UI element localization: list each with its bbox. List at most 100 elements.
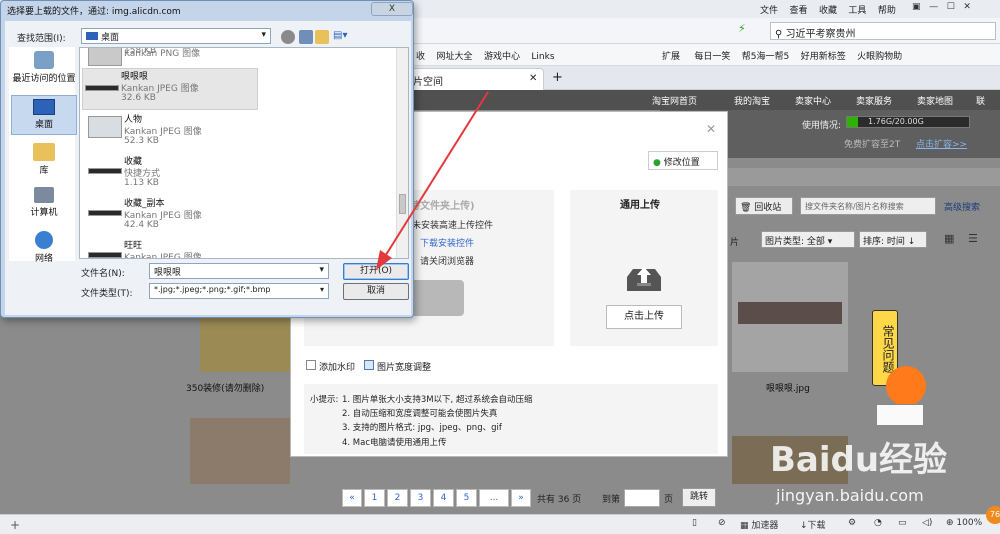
- file-size: 158 KB: [124, 47, 157, 56]
- view-menu-icon[interactable]: ▤▾: [333, 30, 353, 44]
- file-item[interactable]: 旺旺 Kankan JPEG 图像: [86, 238, 306, 258]
- width-adjust-checkbox[interactable]: [364, 360, 374, 370]
- width-adjust-label: 图片宽度调整: [377, 363, 432, 373]
- file-item[interactable]: 收藏 快捷方式 1.13 KB: [86, 154, 306, 194]
- menu-tools[interactable]: 工具: [848, 6, 866, 16]
- upgrade-link[interactable]: 点击扩容>>: [916, 137, 967, 150]
- nav-more[interactable]: 联: [976, 94, 985, 107]
- sidebar-add-icon[interactable]: +: [10, 518, 20, 532]
- filename-input[interactable]: 哏哏哏 ▾: [149, 263, 329, 279]
- bookmark-0[interactable]: 收: [416, 52, 425, 62]
- pager-5[interactable]: 5: [456, 489, 477, 507]
- toolbox-icon[interactable]: ⚙: [848, 518, 856, 528]
- bookmark-7[interactable]: 好用新标签: [801, 52, 846, 62]
- up-folder-icon[interactable]: [299, 30, 313, 44]
- pager-prev[interactable]: «: [342, 489, 362, 507]
- lookin-select[interactable]: 桌面 ▾: [81, 28, 271, 44]
- grid-view-icon[interactable]: ▦: [944, 232, 954, 245]
- file-item[interactable]: 人物 Kankan JPEG 图像 52.3 KB: [86, 112, 306, 152]
- tab-close-icon[interactable]: ✕: [529, 73, 537, 84]
- bookmark-4[interactable]: 扩展: [662, 52, 680, 62]
- bookmark-8[interactable]: 火眼购物助: [857, 52, 902, 62]
- menu-help[interactable]: 帮助: [878, 6, 896, 16]
- place-network[interactable]: 网络: [11, 231, 77, 264]
- notification-badge[interactable]: 76: [986, 506, 1000, 524]
- sort-label: 排序:: [863, 237, 885, 247]
- baidu-watermark: Baidu经验: [770, 440, 948, 480]
- place-desktop[interactable]: 桌面: [11, 95, 77, 135]
- pager-4[interactable]: 4: [433, 489, 454, 507]
- pager-next[interactable]: »: [511, 489, 531, 507]
- speaker-icon[interactable]: ◔: [874, 518, 882, 528]
- pager-jump-button[interactable]: 跳转: [682, 488, 716, 507]
- bookmark-6[interactable]: 帮5海一帮5: [742, 52, 789, 62]
- advanced-search-link[interactable]: 高级搜索: [944, 200, 980, 213]
- new-tab-icon[interactable]: +: [552, 70, 563, 85]
- phone-icon[interactable]: ▯: [692, 518, 697, 528]
- file-item-selected[interactable]: 哏哏哏 Kankan JPEG 图像 32.6 KB: [82, 68, 258, 110]
- place-network-label: 网络: [34, 254, 53, 264]
- menu-favorites[interactable]: 收藏: [819, 6, 837, 16]
- file-thumbnail: [88, 168, 122, 174]
- place-recent[interactable]: 最近访问的位置: [11, 51, 77, 84]
- pager-total: 共有 36 页: [537, 495, 582, 505]
- maximize-icon[interactable]: ☐: [947, 2, 955, 12]
- search-box[interactable]: ⚲ 习近平考察贵州: [770, 22, 996, 40]
- nav-seller-map[interactable]: 卖家地图: [917, 94, 953, 107]
- restore-icon[interactable]: ▣: [912, 2, 921, 12]
- nav-home[interactable]: 淘宝网首页: [652, 94, 697, 107]
- sort-select[interactable]: 排序: 时间 ↓: [859, 231, 927, 248]
- bookmarks-right: 扩展 每日一笑 帮5海一帮5 好用新标签 火眼购物助: [662, 49, 902, 62]
- volume-icon[interactable]: ◁): [922, 518, 932, 528]
- filetype-label: 文件类型(T):: [81, 289, 133, 299]
- zoom-status[interactable]: ⊕ 100%: [946, 518, 982, 528]
- minimize-icon[interactable]: —: [929, 2, 938, 12]
- bookmark-5[interactable]: 每日一笑: [694, 52, 730, 62]
- modal-close-icon[interactable]: ✕: [706, 122, 716, 136]
- accelerator-icon: ▦: [740, 521, 752, 531]
- back-icon[interactable]: [281, 30, 295, 44]
- pager-goto-input[interactable]: [624, 489, 660, 507]
- place-library[interactable]: 库: [11, 143, 77, 176]
- bookmark-3[interactable]: Links: [531, 52, 554, 62]
- search-icon: ⚲: [775, 29, 786, 40]
- zoom-icon: ⊕: [946, 518, 957, 528]
- change-location-button[interactable]: ● 修改位置: [648, 151, 718, 170]
- recycle-button[interactable]: 🗑 回收站: [735, 197, 793, 215]
- dialog-close-button[interactable]: X: [371, 2, 413, 16]
- pager-3[interactable]: 3: [410, 489, 431, 507]
- block-icon[interactable]: ⊘: [718, 518, 726, 528]
- watermark-checkbox[interactable]: [306, 360, 316, 370]
- file-size: 42.4 KB: [124, 220, 159, 230]
- nav-mytaobao[interactable]: 我的淘宝: [734, 94, 770, 107]
- bookmark-1[interactable]: 网址大全: [436, 52, 472, 62]
- new-folder-icon[interactable]: [315, 30, 329, 44]
- image-search-input[interactable]: 搜文件夹名称/图片名称搜索: [800, 197, 936, 215]
- pager-2[interactable]: 2: [387, 489, 408, 507]
- baidu-watermark-url: jingyan.baidu.com: [776, 486, 924, 505]
- window-icon[interactable]: ▭: [898, 518, 907, 528]
- bookmark-2[interactable]: 游戏中心: [484, 52, 520, 62]
- nav-seller-service[interactable]: 卖家服务: [856, 94, 892, 107]
- place-computer[interactable]: 计算机: [11, 187, 77, 218]
- menu-file[interactable]: 文件: [760, 6, 778, 16]
- nav-seller-center[interactable]: 卖家中心: [795, 94, 831, 107]
- mascot-icon[interactable]: [886, 366, 926, 406]
- cancel-button[interactable]: 取消: [343, 283, 409, 300]
- type-select[interactable]: 图片类型: 全部 ▾: [761, 231, 855, 248]
- filetype-select[interactable]: *.jpg;*.jpeg;*.png;*.gif;*.bmp ▾: [149, 283, 329, 299]
- thumb-right[interactable]: [732, 262, 848, 372]
- click-upload-button[interactable]: 点击上传: [606, 305, 682, 329]
- download-status[interactable]: ↓下载: [800, 518, 826, 531]
- filetype-value: *.jpg;*.jpeg;*.png;*.gif;*.bmp: [154, 285, 271, 294]
- accelerator-status[interactable]: ▦ 加速器: [740, 518, 778, 531]
- thumb-photo-1[interactable]: [190, 418, 290, 484]
- images-label: 片: [730, 238, 740, 248]
- lightning-icon[interactable]: ⚡: [738, 22, 746, 35]
- pager-1[interactable]: 1: [364, 489, 385, 507]
- menu-view[interactable]: 查看: [789, 6, 807, 16]
- desktop-icon: [86, 32, 98, 40]
- file-item[interactable]: 收藏_副本 Kankan JPEG 图像 42.4 KB: [86, 196, 306, 236]
- list-view-icon[interactable]: ☰: [968, 232, 978, 245]
- close-icon[interactable]: ✕: [963, 2, 971, 12]
